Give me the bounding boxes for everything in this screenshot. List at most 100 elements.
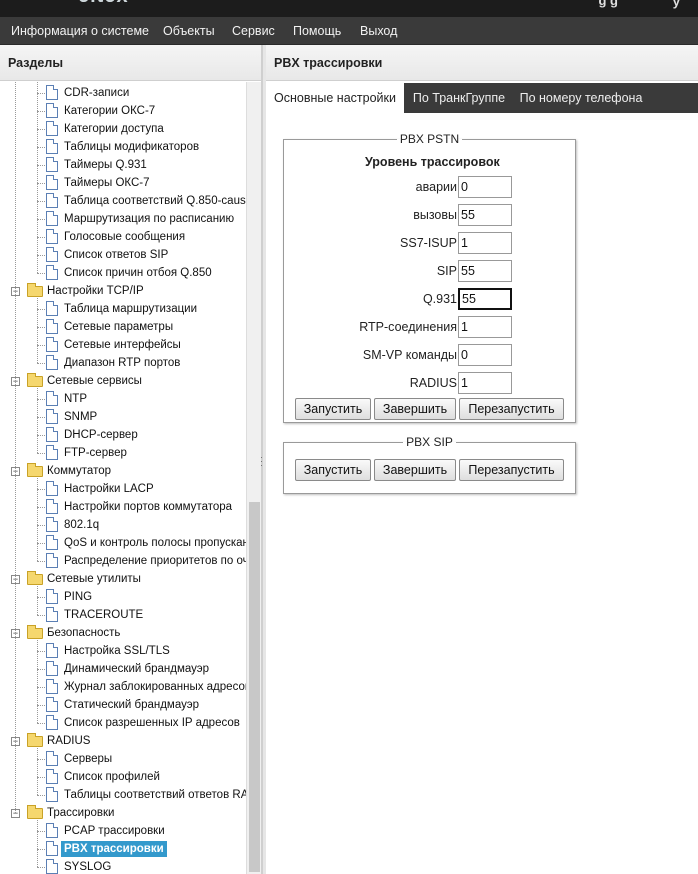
page-icon (46, 355, 58, 370)
tree-connector (37, 748, 38, 795)
radius-level-input[interactable] (458, 372, 512, 394)
tree-item-label: Сетевые интерфейсы (64, 339, 181, 351)
menu-item-service[interactable]: Сервис (232, 17, 275, 45)
calls-level-input[interactable] (458, 204, 512, 226)
tree-connector (15, 82, 16, 813)
tree-connector (37, 615, 45, 616)
tree-connector (37, 705, 45, 706)
tree-item-label: 802.1q (64, 519, 100, 531)
folder-icon (27, 625, 43, 639)
tree-item-label: Диапазон RTP портов (64, 357, 181, 369)
menu-item-system-info[interactable]: Информация о системе (11, 17, 149, 45)
tab-main-settings[interactable]: Основные настройки (266, 83, 404, 113)
header-user-text: g g (598, 0, 619, 8)
tree-connector (37, 82, 38, 273)
page-icon (46, 157, 58, 172)
tree-item-label: Категории ОКС-7 (64, 105, 156, 117)
tree-item-label: SNMP (64, 411, 98, 423)
alarms-level-input[interactable] (458, 176, 512, 198)
tree-folder-label: Безопасность (47, 627, 121, 639)
tree-folder-label: RADIUS (47, 735, 91, 747)
tree-item-label: TRACEROUTE (64, 609, 144, 621)
folder-icon (27, 283, 43, 297)
rtp-connections-label: RTP-соединения (359, 320, 457, 334)
sip-label: SIP (436, 264, 457, 278)
tree-connector (37, 93, 45, 94)
tree-connector (37, 489, 45, 490)
sm-vp-commands-label: SM-VP команды (362, 348, 457, 362)
tree-folder-label: Сетевые утилиты (47, 573, 141, 585)
page-icon (46, 787, 58, 802)
tree-connector (37, 849, 45, 850)
rtp-connections-level-input[interactable] (458, 316, 512, 338)
tab-by-phone-number[interactable]: По номеру телефона (514, 83, 648, 113)
tree-scrollbar-thumb[interactable] (249, 502, 260, 872)
tree-item-label: DHCP-сервер (64, 429, 138, 441)
page-icon (46, 697, 58, 712)
tree-connector (37, 111, 45, 112)
pbx-sip-legend: PBX SIP (406, 435, 453, 449)
tree-connector (37, 651, 45, 652)
page-icon (46, 409, 58, 424)
folder-icon (27, 805, 43, 819)
sip-start-button[interactable]: Запустить (295, 459, 371, 481)
tree-item-label: Настройки LACP (64, 483, 154, 495)
page-icon (46, 391, 58, 406)
menu-item-help[interactable]: Помощь (293, 17, 341, 45)
tree-connector (37, 453, 45, 454)
tree-connector (37, 201, 45, 202)
tree-connector (37, 586, 38, 615)
pstn-start-button[interactable]: Запустить (295, 398, 371, 420)
tree-scrollbar[interactable] (246, 82, 261, 874)
tree-connector (37, 759, 45, 760)
page-icon (46, 103, 58, 118)
tree-item-label: Список ответов SIP (64, 249, 169, 261)
logo: eltex (18, 0, 168, 13)
tree-item-label: Журнал заблокированных адресов (64, 681, 246, 693)
sip-level-input[interactable] (458, 260, 512, 282)
tree-item-label: SYSLOG (64, 861, 112, 873)
tree-connector (37, 345, 45, 346)
tree-connector (37, 363, 45, 364)
page-icon (46, 679, 58, 694)
tree-item-label: Настройки портов коммутатора (64, 501, 233, 513)
menu-item-exit[interactable]: Выход (360, 17, 397, 45)
tree-item-label: Список профилей (64, 771, 160, 783)
menu-item-objects[interactable]: Объекты (163, 17, 215, 45)
tree-item-label: CDR-записи (64, 87, 130, 99)
tree-connector (37, 237, 45, 238)
tree-connector (37, 298, 38, 363)
tree-connector (37, 507, 45, 508)
tree-connector (37, 543, 45, 544)
tree-connector (37, 597, 45, 598)
pstn-restart-button[interactable]: Перезапустить (459, 398, 564, 420)
q931-level-input[interactable] (458, 288, 512, 310)
tree-item-label-selected: PBX трассировки (61, 841, 167, 857)
sip-restart-button[interactable]: Перезапустить (459, 459, 564, 481)
alarms-label: аварии (415, 180, 457, 194)
tree-item-label: PCAP трассировки (64, 825, 165, 837)
tree-item-label: Список разрешенных IP адресов (64, 717, 240, 729)
tree-connector (37, 327, 45, 328)
tree-item-label: Распределение приоритетов по оче (64, 555, 246, 567)
tree-connector (37, 435, 45, 436)
page-icon (46, 265, 58, 280)
page-title: PBX трассировки (266, 45, 698, 81)
tree-connector (37, 723, 45, 724)
sm-vp-commands-level-input[interactable] (458, 344, 512, 366)
page-icon (46, 481, 58, 496)
pstn-stop-button[interactable]: Завершить (374, 398, 456, 420)
ss7-isup-level-input[interactable] (458, 232, 512, 254)
tree-connector (37, 309, 45, 310)
tree-item-label: Серверы (64, 753, 113, 765)
tree-item-label: Таймеры ОКС-7 (64, 177, 150, 189)
ss7-isup-label: SS7-ISUP (400, 236, 457, 250)
header-right-mark: y (672, 0, 680, 9)
tab-by-trunk-group[interactable]: По ТранкГруппе (404, 83, 514, 113)
page-icon (46, 427, 58, 442)
tree-connector (37, 399, 45, 400)
tree-item-label: Таблица соответствий Q.850-cause (64, 195, 246, 207)
sections-tree: CDR-записи Категории ОКС-7 Категории досту… (0, 82, 246, 874)
sip-stop-button[interactable]: Завершить (374, 459, 456, 481)
page-icon (46, 229, 58, 244)
